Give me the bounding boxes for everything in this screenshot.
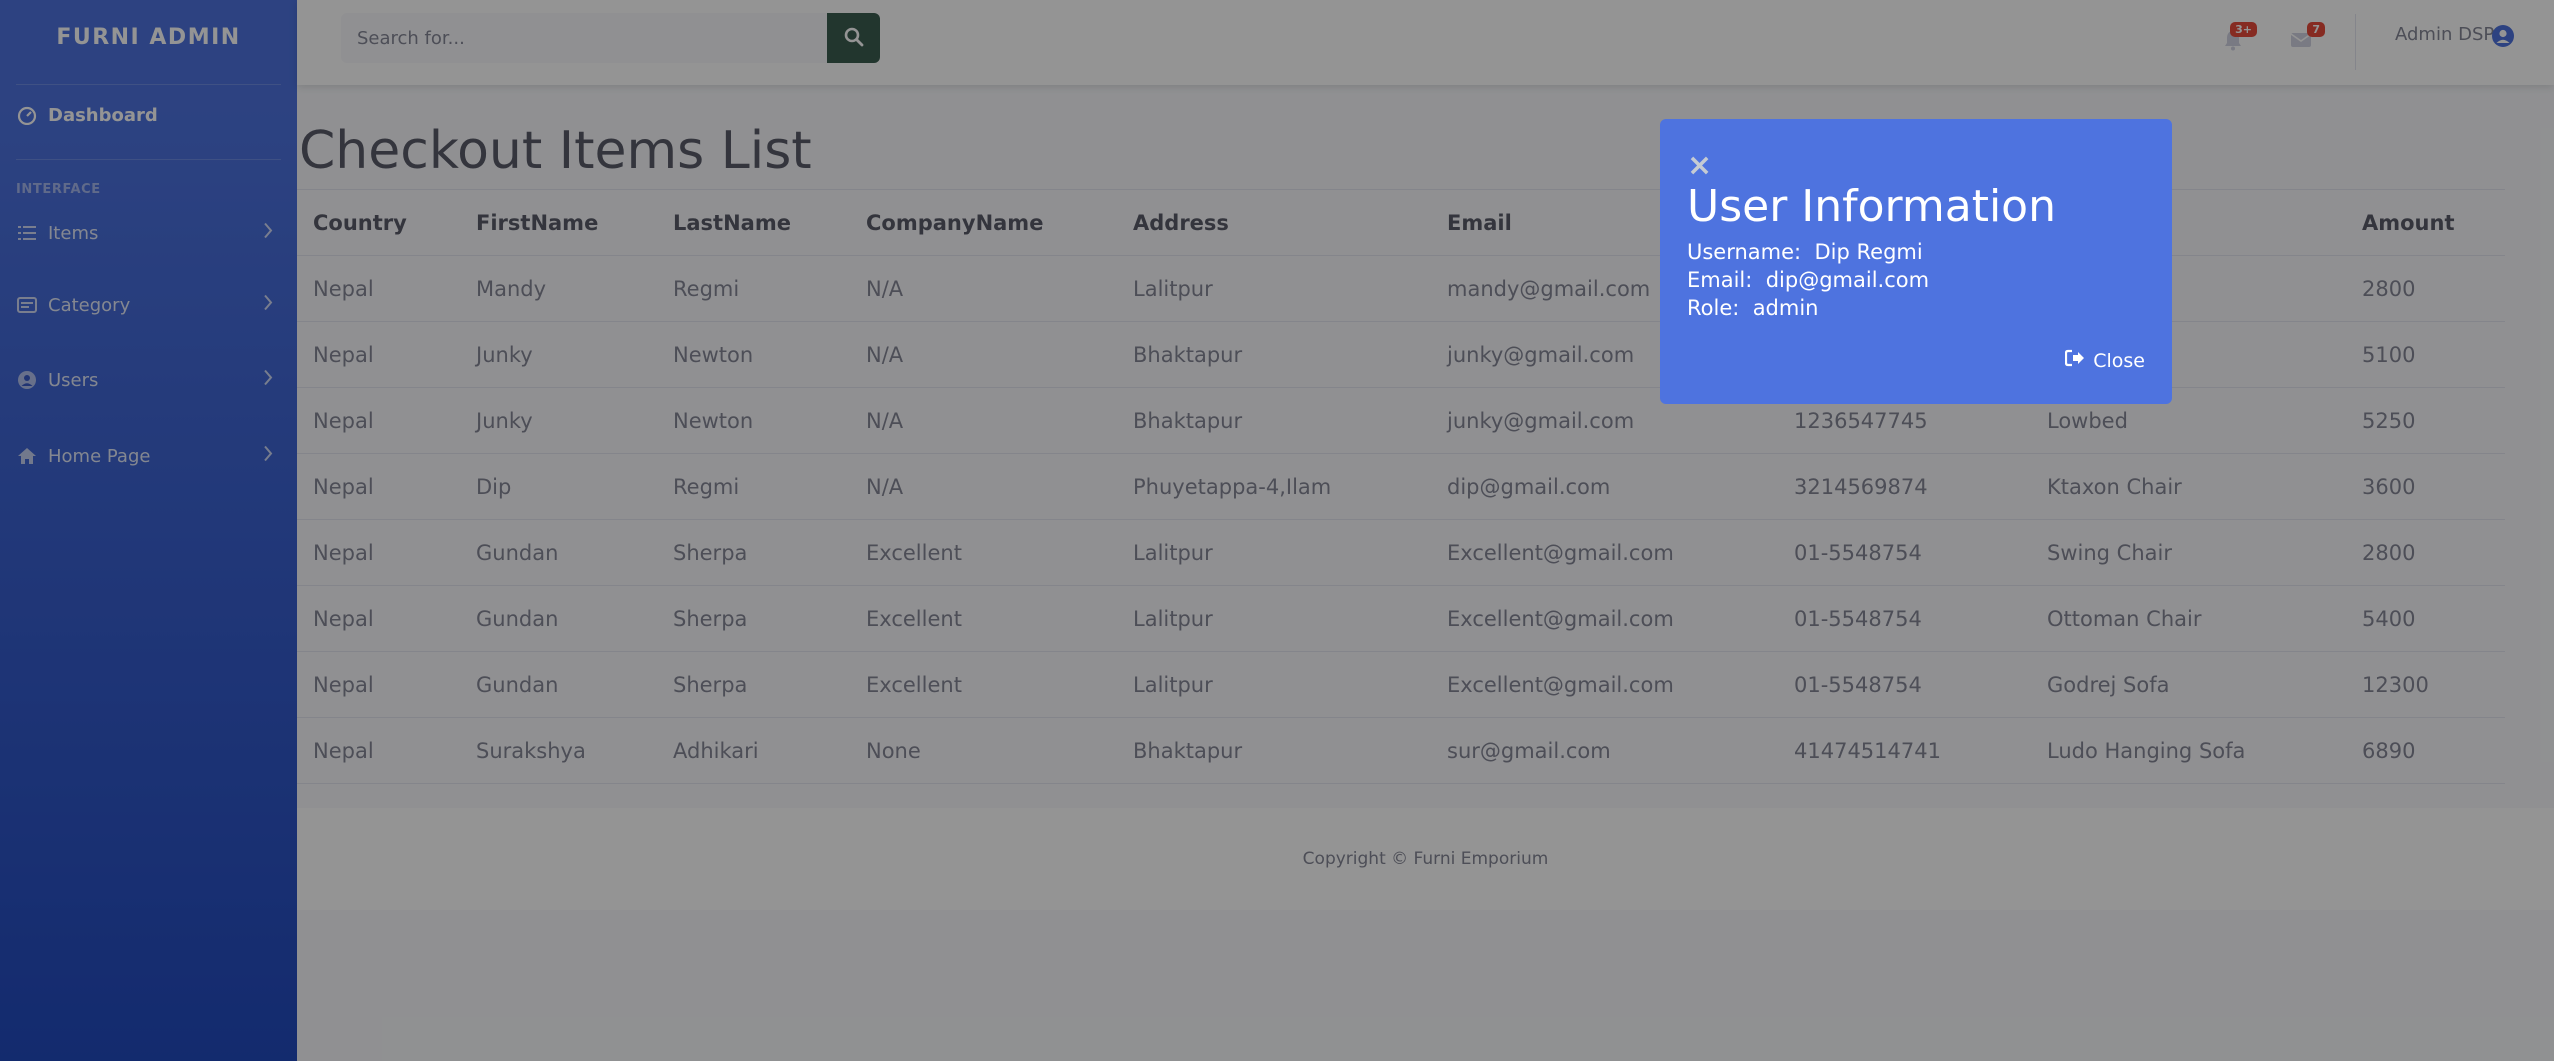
modal-title: User Information xyxy=(1687,181,2056,232)
modal-role-row: Role: admin xyxy=(1687,296,2145,320)
modal-email-row: Email: dip@gmail.com xyxy=(1687,268,2145,292)
user-info-modal: × User Information Username: Dip Regmi E… xyxy=(1660,119,2172,404)
modal-username-row: Username: Dip Regmi xyxy=(1687,240,2145,264)
email-value: dip@gmail.com xyxy=(1765,267,1930,292)
role-label: Role: xyxy=(1687,295,1740,320)
close-button-label: Close xyxy=(2093,349,2145,372)
role-value: admin xyxy=(1752,295,1819,320)
email-label: Email: xyxy=(1687,267,1753,292)
username-value: Dip Regmi xyxy=(1814,239,1923,264)
close-icon[interactable]: × xyxy=(1687,151,2145,181)
close-button[interactable]: Close xyxy=(2065,349,2145,372)
username-label: Username: xyxy=(1687,239,1802,264)
sign-out-icon xyxy=(2065,349,2093,372)
